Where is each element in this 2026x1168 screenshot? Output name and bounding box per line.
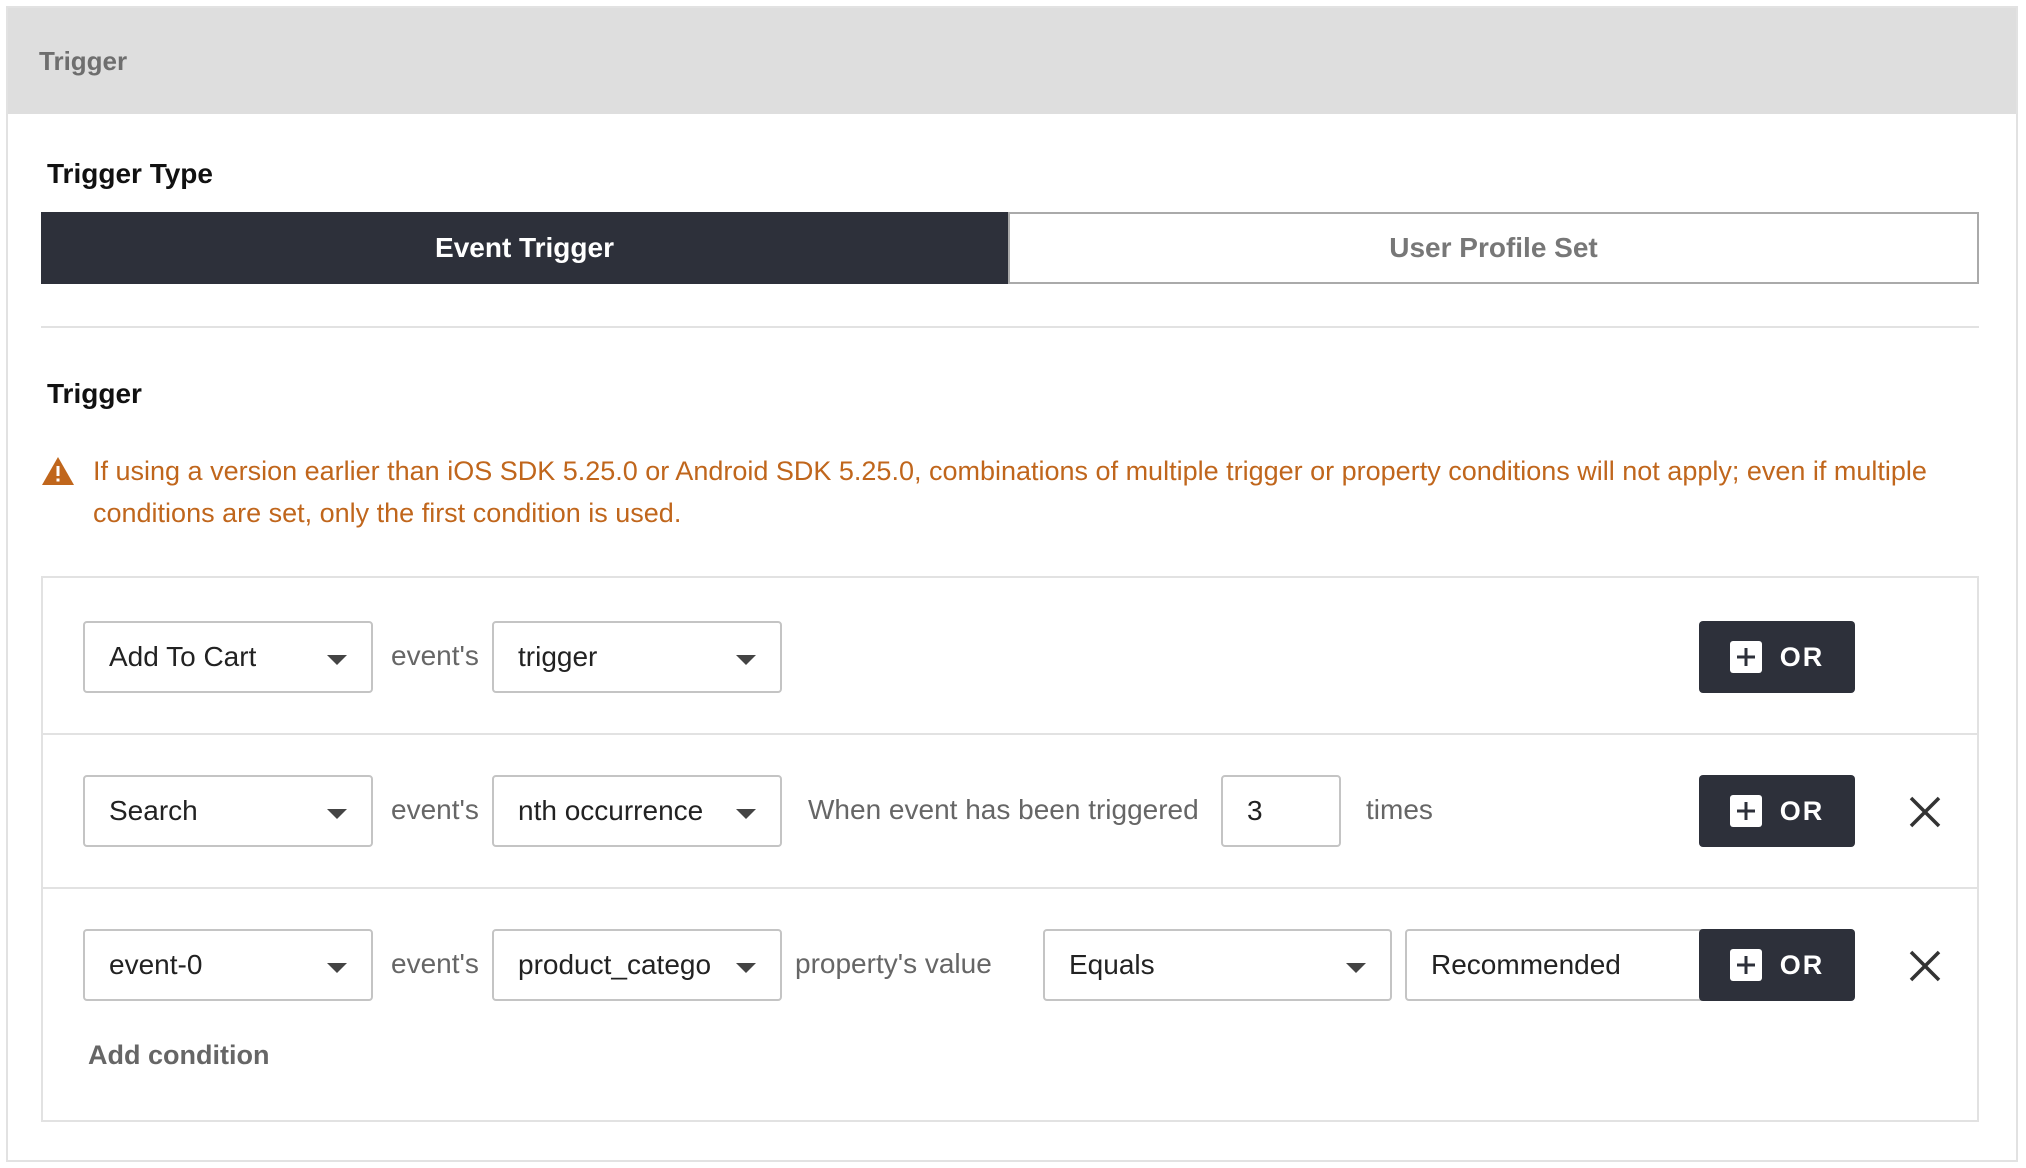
connector-text: event's: [391, 794, 479, 825]
caret-down-icon: [327, 655, 347, 665]
or-label: OR: [1779, 641, 1825, 672]
sdk-version-warning: If using a version earlier than iOS SDK …: [41, 450, 1941, 534]
property-select[interactable]: nth occurrence: [492, 775, 782, 847]
divider: [41, 326, 1979, 328]
conditions-box: Add To Cart event's trigger OR Search ev…: [41, 576, 1979, 1122]
caret-down-icon: [736, 655, 756, 665]
occurrence-prefix-text: When event has been triggered: [808, 794, 1199, 825]
event-select[interactable]: Add To Cart: [83, 621, 373, 693]
property-select-value: trigger: [518, 641, 598, 672]
property-select[interactable]: trigger: [492, 621, 782, 693]
condition-row: Search event's nth occurrence When event…: [43, 732, 1977, 886]
plus-icon: [1729, 641, 1762, 673]
connector-text: event's: [391, 948, 479, 979]
condition-row: event-0 event's product_category propert…: [43, 886, 1977, 1040]
property-select-value: product_category: [518, 949, 712, 980]
property-select-value: nth occurrence: [518, 795, 704, 826]
close-icon[interactable]: [1905, 792, 1945, 832]
property-value-label: property's value: [795, 948, 992, 979]
or-label: OR: [1779, 949, 1825, 980]
add-or-button[interactable]: OR: [1699, 929, 1855, 1001]
connector-text: event's: [391, 640, 479, 671]
event-select[interactable]: Search: [83, 775, 373, 847]
trigger-type-tabs: Event Trigger User Profile Set: [41, 212, 1979, 284]
caret-down-icon: [327, 809, 347, 819]
property-select[interactable]: product_category: [492, 929, 782, 1001]
occurrence-count-input[interactable]: 3: [1221, 775, 1341, 847]
tab-user-profile-set[interactable]: User Profile Set: [1008, 212, 1979, 284]
plus-icon: [1729, 949, 1762, 981]
property-value-input[interactable]: Recommended: [1405, 929, 1715, 1001]
occurrence-suffix-text: times: [1366, 794, 1433, 825]
add-or-button[interactable]: OR: [1699, 775, 1855, 847]
operator-select[interactable]: Equals: [1043, 929, 1392, 1001]
event-select-value: Search: [109, 795, 198, 826]
caret-down-icon: [736, 963, 756, 973]
event-select[interactable]: event-0: [83, 929, 373, 1001]
warning-triangle-icon: [42, 457, 74, 485]
occurrence-count-value: 3: [1247, 795, 1263, 826]
plus-icon: [1729, 795, 1762, 827]
tab-event-trigger[interactable]: Event Trigger: [41, 212, 1008, 284]
event-select-value: event-0: [109, 949, 203, 980]
operator-select-value: Equals: [1069, 949, 1155, 980]
or-label: OR: [1779, 795, 1825, 826]
add-or-button[interactable]: OR: [1699, 621, 1855, 693]
property-value-text: Recommended: [1431, 949, 1621, 980]
panel-header: Trigger: [8, 8, 2016, 114]
trigger-type-label: Trigger Type: [47, 158, 213, 189]
warning-text: If using a version earlier than iOS SDK …: [93, 456, 1927, 528]
caret-down-icon: [327, 963, 347, 973]
caret-down-icon: [736, 809, 756, 819]
add-condition-link[interactable]: Add condition: [88, 1040, 269, 1071]
condition-row: Add To Cart event's trigger OR: [43, 578, 1977, 732]
close-icon[interactable]: [1905, 946, 1945, 986]
trigger-section-label: Trigger: [47, 378, 142, 409]
caret-down-icon: [1346, 963, 1366, 973]
panel-title: Trigger: [39, 46, 128, 76]
event-select-value: Add To Cart: [109, 641, 257, 672]
